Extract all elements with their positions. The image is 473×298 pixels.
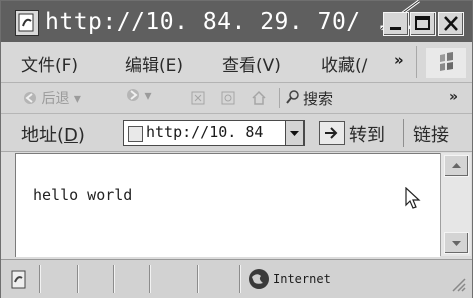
back-button[interactable]: 后退 ▾ [23,88,81,108]
scroll-down-button[interactable] [444,232,469,254]
close-button[interactable] [438,12,464,36]
search-button[interactable]: 搜索 [303,88,333,109]
mouse-cursor-icon [405,187,421,209]
go-arrow-icon[interactable] [319,121,345,145]
address-input[interactable]: http://10. 84 [123,120,305,146]
back-label: 后退 [41,91,70,107]
menu-view[interactable]: 查看(V) [222,51,281,76]
page-text: hello world [33,186,133,204]
status-pane-divider [77,265,78,293]
scroll-up-button[interactable] [444,155,469,177]
vertical-scrollbar[interactable] [440,153,471,256]
globe-icon [249,269,269,289]
ie-page-icon [128,126,143,142]
menu-overflow-chevron-icon[interactable]: » [394,51,404,69]
title-bar[interactable]: http://10. 84. 29. 70/ ... [1,0,472,42]
search-icon [286,90,299,104]
chevron-down-icon [290,131,299,136]
links-button[interactable]: 链接 [413,121,449,147]
address-label: 地址(D) [21,125,85,146]
security-zone-label: Internet [273,272,331,286]
address-url: http://10. 84 [146,123,264,141]
toolbar-divider [279,88,280,108]
home-icon[interactable] [251,90,267,105]
page-status-icon [11,270,26,289]
status-bar: Internet [1,259,472,298]
address-bar: 地址(D) http://10. 84 转到 链接 [1,114,472,152]
back-icon [24,92,36,104]
maximize-icon [415,16,430,30]
windows-logo-icon [426,48,466,78]
go-button[interactable]: 转到 [349,121,385,147]
forward-button[interactable]: ▾ [126,88,151,104]
minimize-icon [390,27,401,30]
status-pane-divider [113,265,114,293]
page-content[interactable]: hello world [15,153,440,257]
forward-icon [127,89,139,101]
status-pane-divider [239,265,240,293]
address-divider [403,119,404,147]
resize-grip-icon[interactable] [449,275,467,293]
address-dropdown-button[interactable] [285,120,304,146]
standard-toolbar: 后退 ▾ ▾ 搜索 » [1,83,472,114]
status-pane-divider [197,265,198,293]
menu-edit[interactable]: 编辑(E) [125,51,183,76]
arrow-down-icon [452,241,461,246]
arrow-up-icon [452,163,461,168]
minimize-button[interactable] [383,12,409,36]
window-title: http://10. 84. 29. 70/ ... [45,9,419,35]
menu-divider [416,46,417,78]
status-pane-divider [149,265,150,293]
menu-favorites[interactable]: 收藏(/ [321,51,367,76]
status-pane-divider [39,265,40,293]
maximize-button[interactable] [410,12,436,36]
stop-icon[interactable] [191,91,205,105]
refresh-icon[interactable] [221,91,235,105]
menu-bar: 文件(F) 编辑(E) 查看(V) 收藏(/ » [1,42,472,83]
ie-page-icon [15,10,39,36]
menu-file[interactable]: 文件(F) [21,51,78,76]
close-icon [444,16,458,31]
toolbar-overflow-chevron-icon[interactable]: » [449,89,458,105]
browser-window: http://10. 84. 29. 70/ ... 文件(F) 编辑(E) 查… [0,0,473,298]
